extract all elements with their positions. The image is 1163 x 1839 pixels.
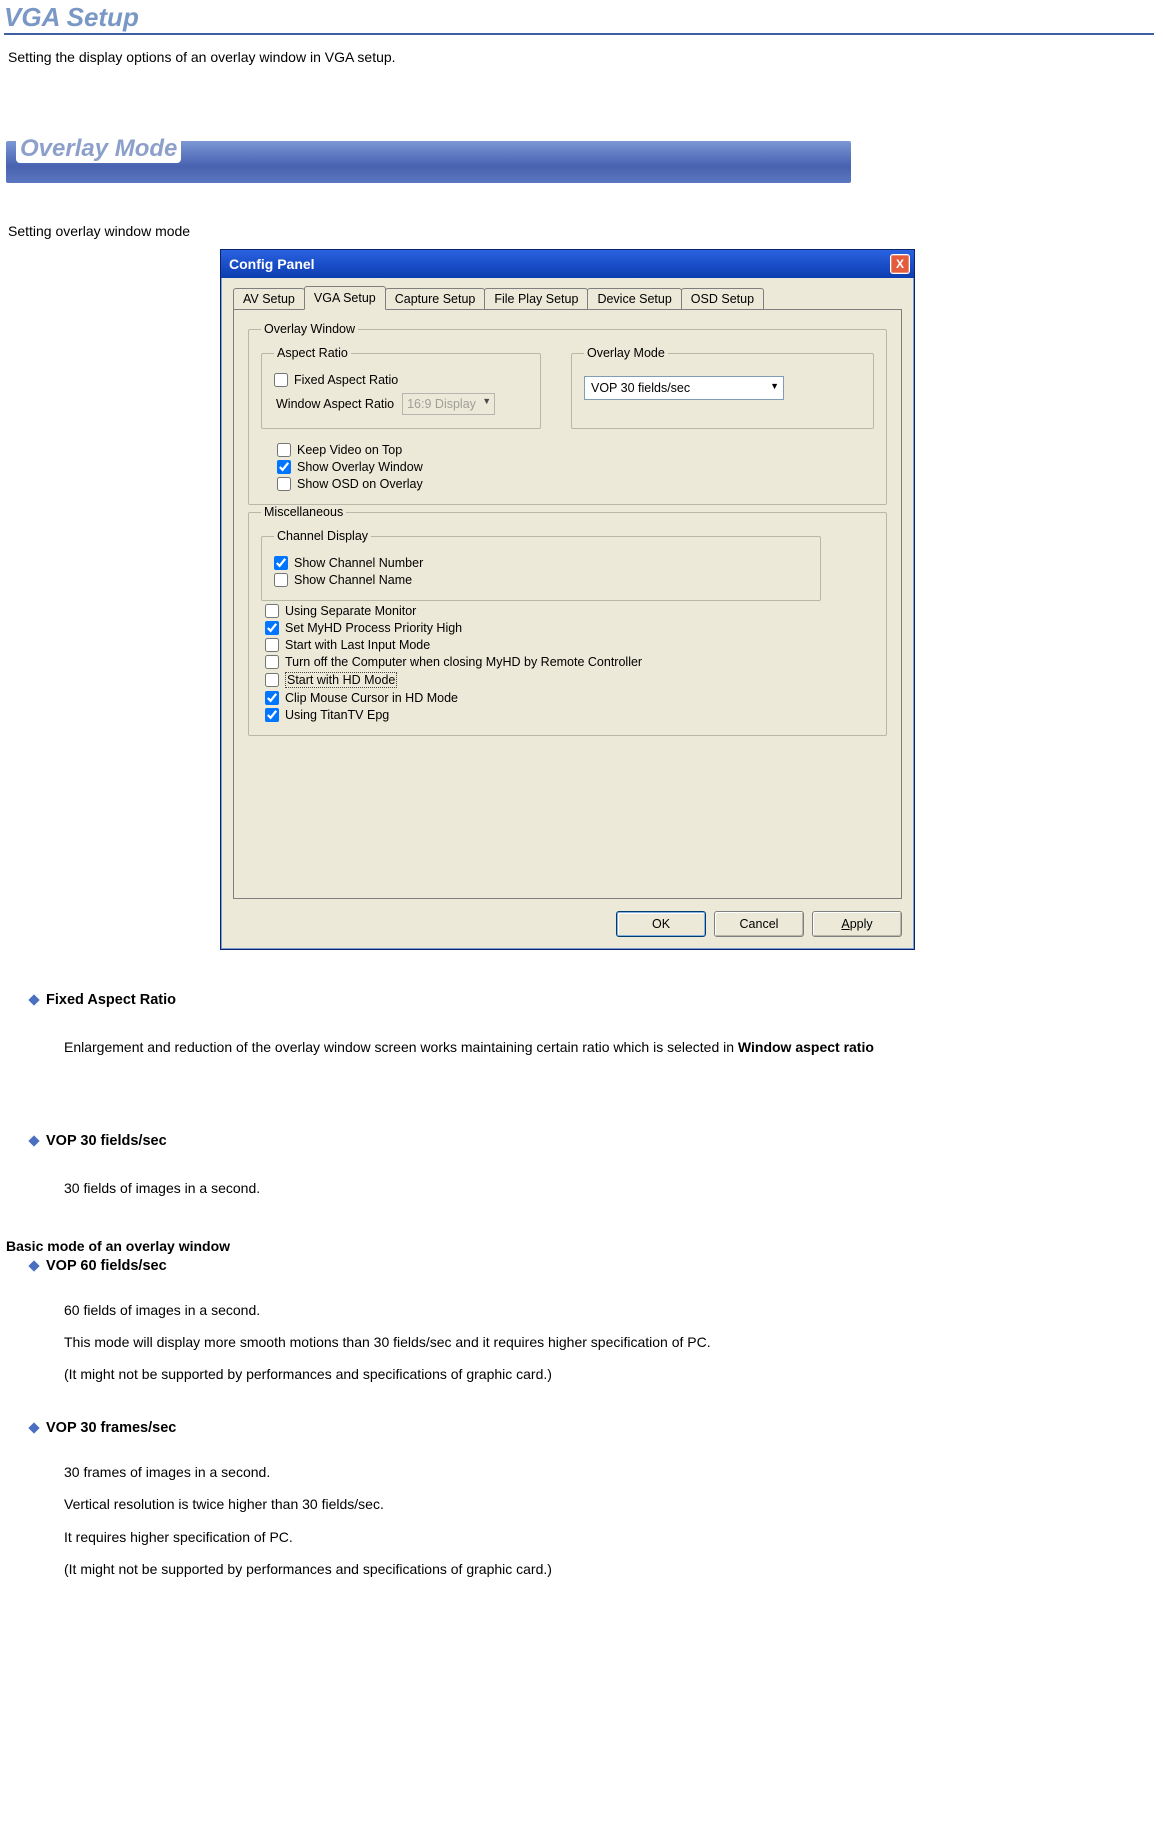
show-channel-number-checkbox[interactable] bbox=[274, 556, 288, 570]
channel-display-group: Channel Display Show Channel Number Show… bbox=[261, 529, 821, 601]
show-channel-name-checkbox[interactable] bbox=[274, 573, 288, 587]
show-overlay-window-checkbox[interactable] bbox=[277, 460, 291, 474]
intro-text: Setting the display options of an overla… bbox=[8, 49, 1163, 65]
bullet-vop30frames: VOP 30 frames/sec bbox=[30, 1420, 1163, 1436]
vop60fields-line-2: This mode will display more smooth motio… bbox=[64, 1326, 1163, 1358]
show-overlay-window-label: Show Overlay Window bbox=[297, 460, 423, 474]
start-with-hd-mode-checkbox[interactable] bbox=[265, 673, 279, 687]
overlay-window-legend: Overlay Window bbox=[261, 322, 358, 336]
using-titantv-epg-label: Using TitanTV Epg bbox=[285, 708, 389, 722]
bullet-vop60fields: VOP 60 fields/sec bbox=[30, 1258, 1163, 1274]
bullet-title-vop60fields: VOP 60 fields/sec bbox=[46, 1258, 167, 1274]
diamond-icon bbox=[28, 1422, 39, 1433]
section-bar-label: Overlay Mode bbox=[16, 135, 181, 163]
using-separate-monitor-label: Using Separate Monitor bbox=[285, 604, 416, 618]
vop30frames-line-4: (It might not be supported by performanc… bbox=[64, 1553, 1163, 1585]
diamond-icon bbox=[28, 994, 39, 1005]
diamond-icon bbox=[28, 1135, 39, 1146]
overlay-window-group: Overlay Window Aspect Ratio Fixed Aspect… bbox=[248, 322, 887, 505]
section-bar: Overlay Mode bbox=[6, 141, 851, 183]
vop30frames-line-2: Vertical resolution is twice higher than… bbox=[64, 1488, 1163, 1520]
basic-mode-heading: Basic mode of an overlay window bbox=[6, 1238, 1163, 1254]
miscellaneous-legend: Miscellaneous bbox=[261, 505, 346, 519]
dialog-title: Config Panel bbox=[229, 256, 315, 272]
show-channel-number-label: Show Channel Number bbox=[294, 556, 423, 570]
miscellaneous-group: Miscellaneous Channel Display Show Chann… bbox=[248, 505, 887, 736]
tab-file-play-setup[interactable]: File Play Setup bbox=[484, 288, 588, 309]
show-channel-name-label: Show Channel Name bbox=[294, 573, 412, 587]
tab-capture-setup[interactable]: Capture Setup bbox=[385, 288, 486, 309]
tab-device-setup[interactable]: Device Setup bbox=[587, 288, 681, 309]
channel-display-legend: Channel Display bbox=[274, 529, 371, 543]
config-panel-dialog: Config Panel X AV Setup VGA Setup Captur… bbox=[220, 249, 915, 950]
clip-mouse-cursor-checkbox[interactable] bbox=[265, 691, 279, 705]
start-with-hd-mode-label: Start with HD Mode bbox=[285, 672, 397, 688]
window-aspect-label: Window Aspect Ratio bbox=[276, 397, 394, 411]
overlay-mode-group: Overlay Mode VOP 30 fields/sec bbox=[571, 346, 874, 429]
tab-strip: AV Setup VGA Setup Capture Setup File Pl… bbox=[221, 278, 914, 309]
bullet-title-vop30fields: VOP 30 fields/sec bbox=[46, 1133, 167, 1149]
start-last-input-mode-checkbox[interactable] bbox=[265, 638, 279, 652]
keep-video-on-top-label: Keep Video on Top bbox=[297, 443, 402, 457]
dialog-titlebar[interactable]: Config Panel X bbox=[221, 250, 914, 278]
keep-video-on-top-checkbox[interactable] bbox=[277, 443, 291, 457]
using-separate-monitor-checkbox[interactable] bbox=[265, 604, 279, 618]
tab-panel: Overlay Window Aspect Ratio Fixed Aspect… bbox=[233, 309, 902, 899]
page-title: VGA Setup bbox=[4, 2, 1154, 35]
fixed-aspect-checkbox[interactable] bbox=[274, 373, 288, 387]
vop60fields-body: 60 fields of images in a second. This mo… bbox=[64, 1294, 1163, 1391]
bullet-title-vop30frames: VOP 30 frames/sec bbox=[46, 1420, 176, 1436]
bullet-vop30fields: VOP 30 fields/sec bbox=[30, 1133, 1163, 1149]
vop30fields-body: 30 fields of images in a second. bbox=[64, 1173, 1163, 1204]
vop60fields-line-3: (It might not be supported by performanc… bbox=[64, 1358, 1163, 1390]
close-button[interactable]: X bbox=[890, 254, 910, 274]
vop30frames-line-3: It requires higher specification of PC. bbox=[64, 1521, 1163, 1553]
fixed-aspect-body-strong: Window aspect ratio bbox=[738, 1039, 874, 1055]
aspect-ratio-legend: Aspect Ratio bbox=[274, 346, 351, 360]
show-osd-on-overlay-label: Show OSD on Overlay bbox=[297, 477, 423, 491]
vop30frames-line-1: 30 frames of images in a second. bbox=[64, 1456, 1163, 1488]
tab-av-setup[interactable]: AV Setup bbox=[233, 288, 305, 309]
apply-button[interactable]: Apply bbox=[812, 911, 902, 937]
using-titantv-epg-checkbox[interactable] bbox=[265, 708, 279, 722]
close-icon: X bbox=[896, 257, 904, 271]
aspect-ratio-group: Aspect Ratio Fixed Aspect Ratio Window A… bbox=[261, 346, 541, 429]
tab-vga-setup[interactable]: VGA Setup bbox=[304, 286, 386, 310]
set-myhd-priority-high-label: Set MyHD Process Priority High bbox=[285, 621, 462, 635]
start-last-input-mode-label: Start with Last Input Mode bbox=[285, 638, 430, 652]
ok-button[interactable]: OK bbox=[616, 911, 706, 937]
dialog-button-row: OK Cancel Apply bbox=[221, 911, 914, 949]
vop60fields-line-1: 60 fields of images in a second. bbox=[64, 1294, 1163, 1326]
window-aspect-select[interactable]: 16:9 Display bbox=[402, 393, 495, 415]
apply-button-rest: pply bbox=[850, 917, 873, 931]
vop30frames-body: 30 frames of images in a second. Vertica… bbox=[64, 1456, 1163, 1585]
diamond-icon bbox=[28, 1260, 39, 1271]
fixed-aspect-body: Enlargement and reduction of the overlay… bbox=[64, 1039, 738, 1055]
cancel-button[interactable]: Cancel bbox=[714, 911, 804, 937]
sub-text: Setting overlay window mode bbox=[8, 223, 1163, 239]
fixed-aspect-label: Fixed Aspect Ratio bbox=[294, 373, 398, 387]
turn-off-computer-label: Turn off the Computer when closing MyHD … bbox=[285, 655, 642, 669]
clip-mouse-cursor-label: Clip Mouse Cursor in HD Mode bbox=[285, 691, 458, 705]
tab-osd-setup[interactable]: OSD Setup bbox=[681, 288, 764, 309]
turn-off-computer-checkbox[interactable] bbox=[265, 655, 279, 669]
bullet-title-fixed-aspect: Fixed Aspect Ratio bbox=[46, 992, 176, 1008]
set-myhd-priority-high-checkbox[interactable] bbox=[265, 621, 279, 635]
show-osd-on-overlay-checkbox[interactable] bbox=[277, 477, 291, 491]
overlay-mode-legend: Overlay Mode bbox=[584, 346, 668, 360]
bullet-fixed-aspect: Fixed Aspect Ratio bbox=[30, 992, 1163, 1008]
overlay-mode-select[interactable]: VOP 30 fields/sec bbox=[584, 376, 784, 400]
